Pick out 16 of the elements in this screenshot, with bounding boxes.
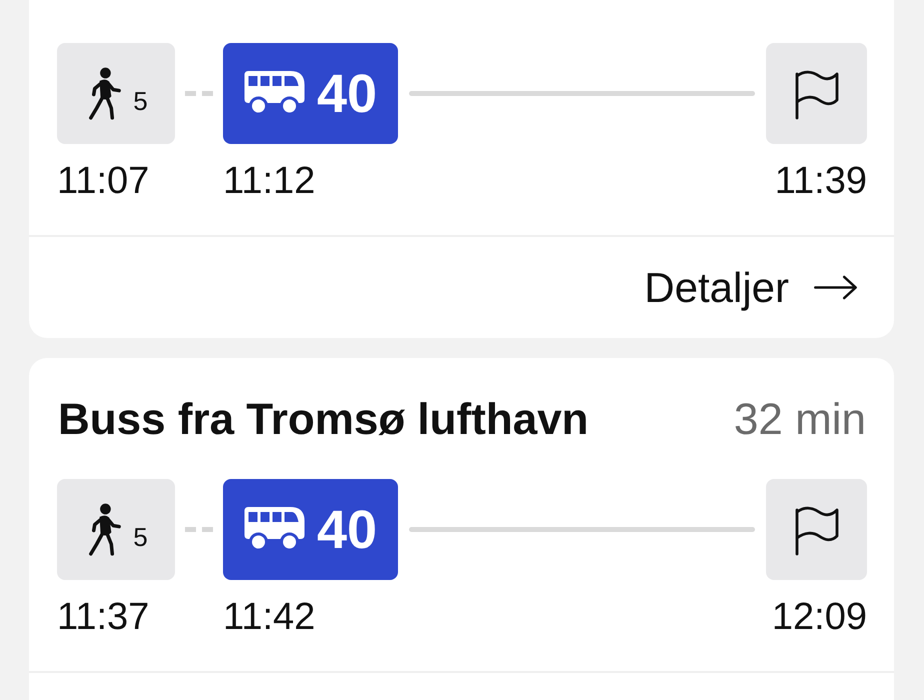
walk-minutes: 5 xyxy=(133,88,148,114)
departure-time: 11:42 xyxy=(223,595,316,639)
trip-title: Buss fra Tromsø lufthavn xyxy=(58,398,589,442)
arrival-time: 12:09 xyxy=(772,595,867,639)
trip-duration: 32 min xyxy=(734,398,866,442)
line-number: 40 xyxy=(317,502,378,556)
departure-time: 11:07 xyxy=(57,159,150,203)
line-number: 40 xyxy=(317,66,378,120)
departure-time: 11:37 xyxy=(57,595,150,639)
walk-minutes: 5 xyxy=(133,524,148,550)
dashed-route-line xyxy=(185,527,213,532)
details-link[interactable]: Detaljer xyxy=(644,266,858,308)
departure-time: 11:12 xyxy=(223,159,316,203)
arrow-right-icon xyxy=(813,275,858,300)
arrival-time: 11:39 xyxy=(774,159,867,203)
dashed-route-line xyxy=(185,91,213,96)
